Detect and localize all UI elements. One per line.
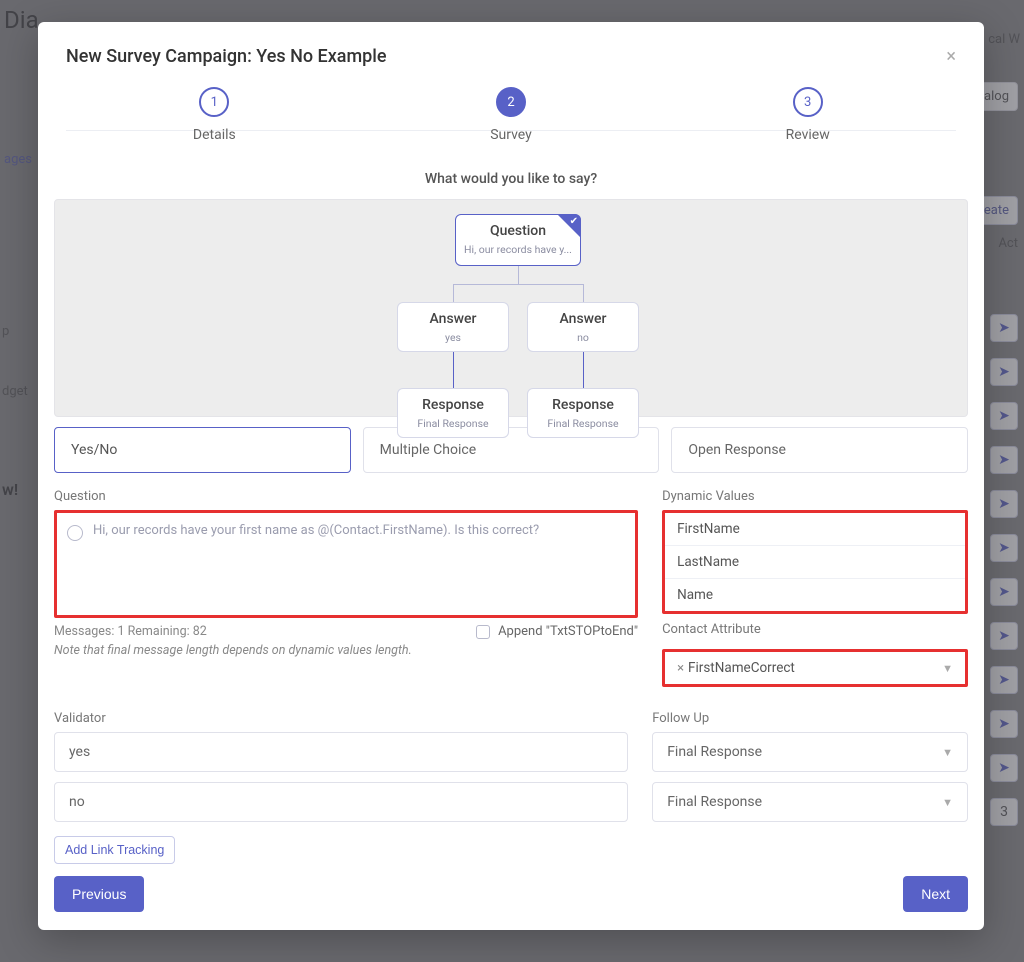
modal-title: New Survey Campaign: Yes No Example	[66, 46, 946, 67]
chevron-down-icon: ▼	[942, 662, 953, 675]
node-question[interactable]: ✔ Question Hi, our records have y...	[455, 214, 581, 266]
prompt-text: What would you like to say?	[38, 171, 984, 187]
validator-input-yes[interactable]: yes	[54, 732, 628, 772]
modal-header: New Survey Campaign: Yes No Example ×	[38, 22, 984, 87]
node-subtitle: Final Response	[534, 417, 632, 430]
node-title: Answer	[398, 311, 508, 327]
followup-select-1[interactable]: Final Response ▼	[652, 732, 968, 772]
dynamic-value-item[interactable]: LastName	[665, 546, 965, 579]
append-stop-checkbox[interactable]	[476, 625, 490, 639]
node-title: Response	[398, 397, 508, 413]
type-yes-no[interactable]: Yes/No	[54, 427, 351, 473]
question-type-row: Yes/No Multiple Choice Open Response	[38, 417, 984, 473]
question-text: Hi, our records have your first name as …	[93, 523, 623, 538]
dynamic-value-item[interactable]: FirstName	[665, 513, 965, 546]
add-link-tracking-button[interactable]: Add Link Tracking	[54, 836, 175, 864]
emoji-icon[interactable]	[67, 525, 83, 541]
question-textarea[interactable]: Hi, our records have your first name as …	[54, 510, 638, 618]
modal-footer: Previous Next	[38, 864, 984, 930]
dynamic-values-label: Dynamic Values	[662, 489, 968, 504]
followup-select-2[interactable]: Final Response ▼	[652, 782, 968, 822]
step-label: Review	[786, 127, 830, 143]
contact-attribute-box: × FirstNameCorrect ▼	[662, 649, 968, 687]
chevron-down-icon: ▼	[942, 746, 953, 759]
flow-canvas[interactable]: ✔ Question Hi, our records have y... Ans…	[54, 199, 968, 417]
step-label: Survey	[490, 127, 532, 143]
close-icon[interactable]: ×	[946, 46, 956, 67]
node-answer-yes[interactable]: Answer yes	[397, 302, 509, 352]
node-subtitle: no	[534, 331, 632, 344]
node-title: Response	[528, 397, 638, 413]
validator-label: Validator	[54, 711, 628, 726]
dynamic-values-list: FirstName LastName Name	[662, 510, 968, 614]
append-stop-label: Append "TxtSTOPtoEnd"	[498, 624, 638, 639]
contact-attribute-value: FirstNameCorrect	[688, 660, 795, 676]
node-response-2[interactable]: Response Final Response	[527, 388, 639, 438]
step-number: 1	[199, 87, 229, 117]
append-stop-row[interactable]: Append "TxtSTOPtoEnd"	[54, 624, 638, 639]
type-open-response[interactable]: Open Response	[671, 427, 968, 473]
step-number: 2	[496, 87, 526, 117]
node-subtitle: Hi, our records have y...	[462, 243, 574, 256]
stepper: 1 Details 2 Survey 3 Review	[38, 87, 984, 149]
node-answer-no[interactable]: Answer no	[527, 302, 639, 352]
step-number: 3	[793, 87, 823, 117]
node-subtitle: yes	[404, 331, 502, 344]
step-details[interactable]: 1 Details	[66, 87, 363, 143]
followup-value: Final Response	[667, 794, 762, 810]
node-response-1[interactable]: Response Final Response	[397, 388, 509, 438]
previous-button[interactable]: Previous	[54, 876, 144, 912]
message-note: Note that final message length depends o…	[54, 643, 638, 658]
check-icon: ✔	[570, 216, 578, 227]
node-title: Answer	[528, 311, 638, 327]
chevron-down-icon: ▼	[942, 796, 953, 809]
step-survey[interactable]: 2 Survey	[363, 87, 660, 143]
validator-input-no[interactable]: no	[54, 782, 628, 822]
node-subtitle: Final Response	[404, 417, 502, 430]
followup-label: Follow Up	[652, 711, 968, 726]
contact-attribute-select[interactable]: × FirstNameCorrect ▼	[665, 652, 965, 684]
clear-icon[interactable]: ×	[677, 661, 684, 676]
survey-campaign-modal: New Survey Campaign: Yes No Example × 1 …	[38, 22, 984, 930]
step-label: Details	[193, 127, 236, 143]
contact-attribute-label: Contact Attribute	[662, 622, 968, 637]
next-button[interactable]: Next	[903, 876, 968, 912]
followup-value: Final Response	[667, 744, 762, 760]
question-label: Question	[54, 489, 638, 504]
step-review[interactable]: 3 Review	[659, 87, 956, 143]
dynamic-value-item[interactable]: Name	[665, 579, 965, 611]
